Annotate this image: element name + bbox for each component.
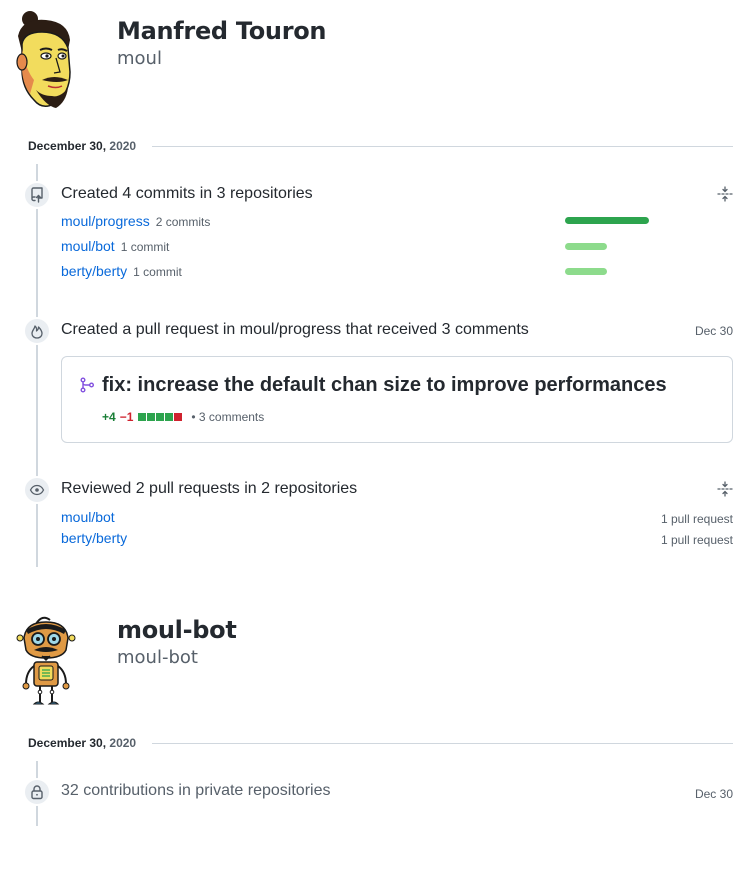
- commits-summary: Created 4 commits in 3 repositories: [61, 185, 313, 202]
- commit-count[interactable]: 1 commit: [133, 265, 182, 279]
- fold-icon[interactable]: [717, 186, 733, 202]
- pull-request-icon: [80, 377, 94, 393]
- profile-login[interactable]: moul: [117, 48, 162, 69]
- divider: [152, 146, 733, 147]
- pull-request-summary: Created a pull request in moul/progress …: [61, 321, 529, 338]
- repo-link[interactable]: moul/progress: [61, 213, 150, 229]
- lock-icon: [31, 785, 43, 800]
- date-day: December 30,: [28, 139, 107, 153]
- commit-count[interactable]: 2 commits: [156, 215, 211, 229]
- date-separator: December 30, 2020: [28, 139, 733, 155]
- divider: [152, 743, 733, 744]
- diffstat-block-add: [147, 413, 156, 421]
- date-year: 2020: [109, 139, 137, 153]
- commit-count[interactable]: 1 commit: [121, 240, 170, 254]
- diffstat-block-add: [156, 413, 165, 421]
- pull-request-meta: +4 −1 • 3 comments: [102, 410, 264, 424]
- date-separator: December 30, 2020: [28, 736, 733, 752]
- pull-request-card: fix: increase the default chan size to i…: [61, 356, 733, 443]
- repo-link[interactable]: moul/bot: [61, 509, 115, 525]
- date-label: December 30, 2020: [28, 736, 136, 750]
- avatar[interactable]: [12, 612, 78, 712]
- flame-icon: [31, 325, 43, 339]
- repo-push-icon: [31, 187, 43, 203]
- commit-bar: [565, 217, 649, 224]
- commit-repo-row: berty/berty 1 commit: [61, 263, 182, 281]
- review-repo-row: moul/bot: [61, 509, 115, 527]
- diffstat: [138, 413, 183, 421]
- review-count[interactable]: 1 pull request: [661, 533, 733, 547]
- repo-push-badge: [23, 181, 51, 209]
- review-repo-row: berty/berty: [61, 530, 127, 548]
- additions-count: +4: [102, 410, 116, 424]
- repo-link[interactable]: berty/berty: [61, 263, 127, 279]
- profile-name[interactable]: Manfred Touron: [117, 17, 327, 45]
- review-count[interactable]: 1 pull request: [661, 512, 733, 526]
- date-label: December 30, 2020: [28, 139, 136, 153]
- fold-icon[interactable]: [717, 481, 733, 497]
- comments-count: • 3 comments: [191, 410, 265, 424]
- diffstat-block-add: [138, 413, 147, 421]
- eye-badge: [23, 476, 51, 504]
- avatar[interactable]: [12, 10, 78, 110]
- commit-bar: [565, 268, 607, 275]
- commit-repo-row: moul/progress 2 commits: [61, 213, 210, 231]
- flame-badge: [23, 317, 51, 345]
- profile-name[interactable]: moul-bot: [117, 616, 237, 644]
- eye-icon: [29, 484, 45, 496]
- diffstat-block-add: [165, 413, 174, 421]
- event-date[interactable]: Dec 30: [695, 324, 733, 338]
- event-date[interactable]: Dec 30: [695, 787, 733, 801]
- date-day: December 30,: [28, 736, 107, 750]
- deletions-count: −1: [119, 410, 134, 424]
- profile-login[interactable]: moul-bot: [117, 647, 198, 668]
- reviews-summary: Reviewed 2 pull requests in 2 repositori…: [61, 480, 358, 497]
- commit-repo-row: moul/bot 1 commit: [61, 238, 169, 256]
- date-year: 2020: [109, 736, 137, 750]
- private-contributions-summary: 32 contributions in private repositories: [61, 782, 331, 799]
- diffstat-block-del: [174, 413, 183, 421]
- lock-badge: [23, 778, 51, 806]
- repo-link[interactable]: berty/berty: [61, 530, 127, 546]
- timeline-line: [36, 164, 38, 567]
- commit-bar: [565, 243, 607, 250]
- pull-request-title[interactable]: fix: increase the default chan size to i…: [102, 374, 667, 397]
- repo-link[interactable]: moul/bot: [61, 238, 115, 254]
